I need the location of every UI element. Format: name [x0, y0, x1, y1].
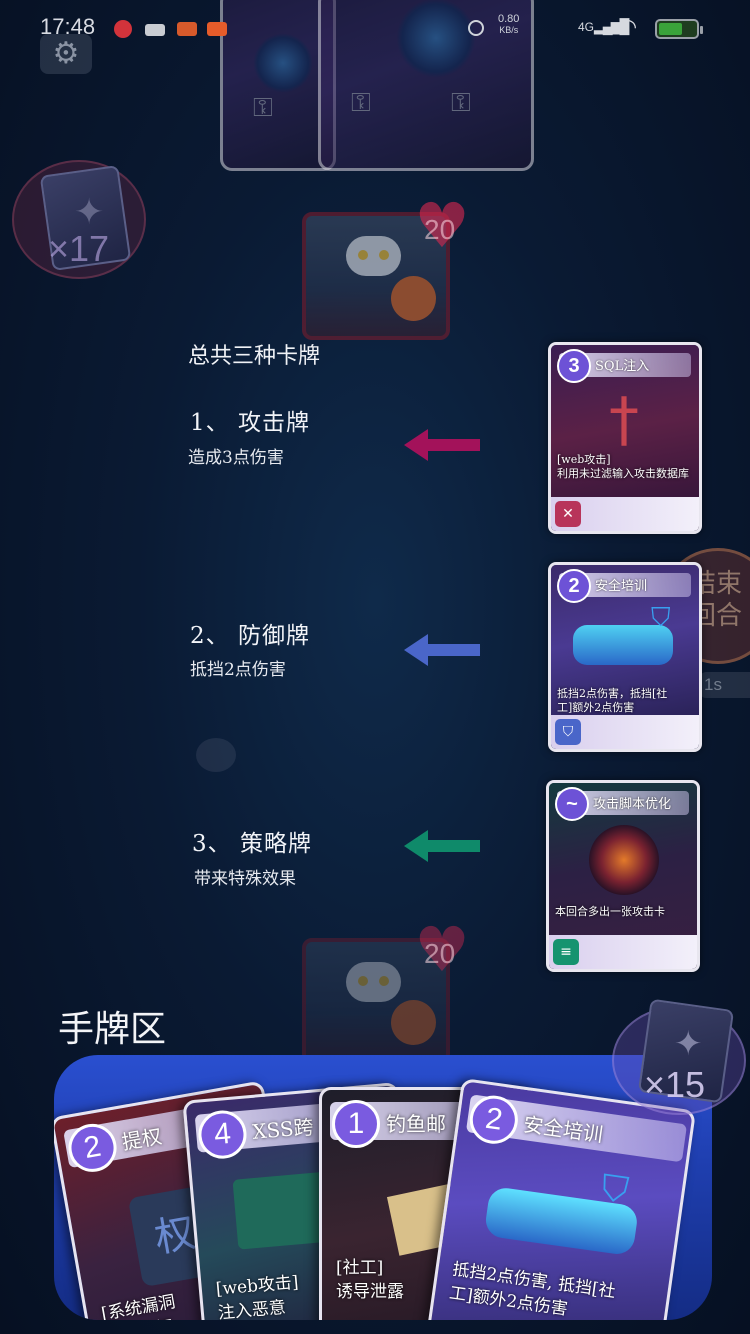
hand-area-label: 手牌区: [58, 1009, 167, 1050]
app-notification-icon-2: [177, 22, 197, 36]
decor-bubble: [196, 738, 236, 772]
card-desc-line1: [web攻击]: [557, 453, 611, 466]
tutorial-item-defense-title: 2、 防御牌: [190, 623, 310, 649]
tutorial-item-strategy-title: 3、 策略牌: [192, 831, 312, 857]
status-time: 17:48: [40, 14, 96, 39]
wifi-icon: ◠: [618, 14, 638, 39]
key-icon-2: ⚿: [351, 88, 371, 118]
draw-pile-count: ×17: [48, 228, 110, 269]
discard-pile-count: ×15: [644, 1064, 706, 1105]
turn-timer: 1s: [700, 672, 750, 698]
tutorial-item-strategy-desc: 带来特殊效果: [194, 869, 296, 889]
tutorial-item-attack-desc: 造成3点伤害: [188, 448, 284, 468]
card-desc-line2: 工]额外2点伤害: [557, 701, 635, 714]
card-name: 攻击脚本优化: [593, 797, 672, 812]
card-name: 钓鱼邮: [386, 1112, 446, 1136]
hand-area: 权 2 提权 [系统漏洞 上一张打 4 XSS跨 [web攻击] 注入恶意 1 …: [54, 1055, 712, 1320]
network-speed-unit: KB/s: [499, 25, 519, 35]
tutorial-heading: 总共三种卡牌: [188, 344, 321, 369]
video-notification-icon: [145, 24, 165, 36]
enemy-shield-icon: [391, 276, 436, 321]
app-notification-icon: [114, 20, 132, 38]
card-cost: 2: [557, 569, 591, 603]
card-cost: 3: [557, 349, 591, 383]
star-icon: ✦: [674, 1024, 703, 1064]
enemy-hp-ghost: 20: [424, 938, 456, 969]
crossed-swords-icon: ✕: [555, 501, 581, 527]
arrow-left-icon: [404, 429, 480, 461]
enemy-hp: 20: [424, 214, 456, 245]
app-notification-icon-3: [207, 22, 227, 36]
example-card-defense[interactable]: ⛉ 2 安全培训 抵挡2点伤害，抵挡[社 工]额外2点伤害 ⛉: [548, 562, 702, 752]
tutorial-item-attack-title: 1、 攻击牌: [190, 410, 310, 436]
shield-art-icon: ⛉: [651, 603, 671, 633]
shield-art-icon: ⛉: [598, 1167, 632, 1212]
card-cost: 1: [332, 1100, 380, 1148]
card-desc-line2: 利用未过滤输入攻击数据库: [557, 467, 689, 480]
key-icon-3: ⚿: [451, 88, 471, 118]
key-icon: ⚿: [253, 93, 273, 123]
example-card-strategy[interactable]: ~ 攻击脚本优化 本回合多出一张攻击卡 ≡: [546, 780, 700, 972]
card-desc-line1: 本回合多出一张攻击卡: [555, 905, 665, 918]
example-card-attack[interactable]: † 3 SQL注入 [web攻击] 利用未过滤输入攻击数据库 ✕: [548, 342, 702, 534]
sword-icon: †: [609, 385, 639, 455]
signal-label: 4G: [578, 20, 595, 34]
discard-pile[interactable]: ✦ ×15: [612, 998, 746, 1115]
battery-icon: [655, 19, 703, 39]
card-name: SQL注入: [595, 359, 650, 374]
arrow-left-icon: [404, 830, 480, 862]
card-cost: ~: [555, 787, 589, 821]
network-speed: 0.80 KB/s: [498, 14, 519, 36]
shield-icon: ⛉: [555, 719, 581, 745]
arrow-left-icon: [404, 634, 480, 666]
hand-card-4[interactable]: ⛉ 2 安全培训 抵挡2点伤害, 抵挡[社 工]额外2点伤害: [423, 1077, 697, 1320]
card-name: 安全培训: [595, 579, 648, 594]
status-bar: 17:48 0.80 KB/s 4G▂▄▆█ ◠: [0, 0, 750, 58]
card-desc-line1: 抵挡2点伤害，抵挡[社: [557, 687, 668, 700]
strategy-icon: ≡: [553, 939, 579, 965]
alarm-icon: [468, 20, 484, 36]
virus-art: [589, 825, 659, 895]
tutorial-item-defense-desc: 抵挡2点伤害: [190, 660, 286, 680]
star-icon: ✦: [74, 192, 105, 233]
card-name: XSS跨: [251, 1114, 315, 1144]
draw-pile[interactable]: ✦ ×17: [12, 160, 146, 279]
network-speed-value: 0.80: [498, 13, 520, 25]
